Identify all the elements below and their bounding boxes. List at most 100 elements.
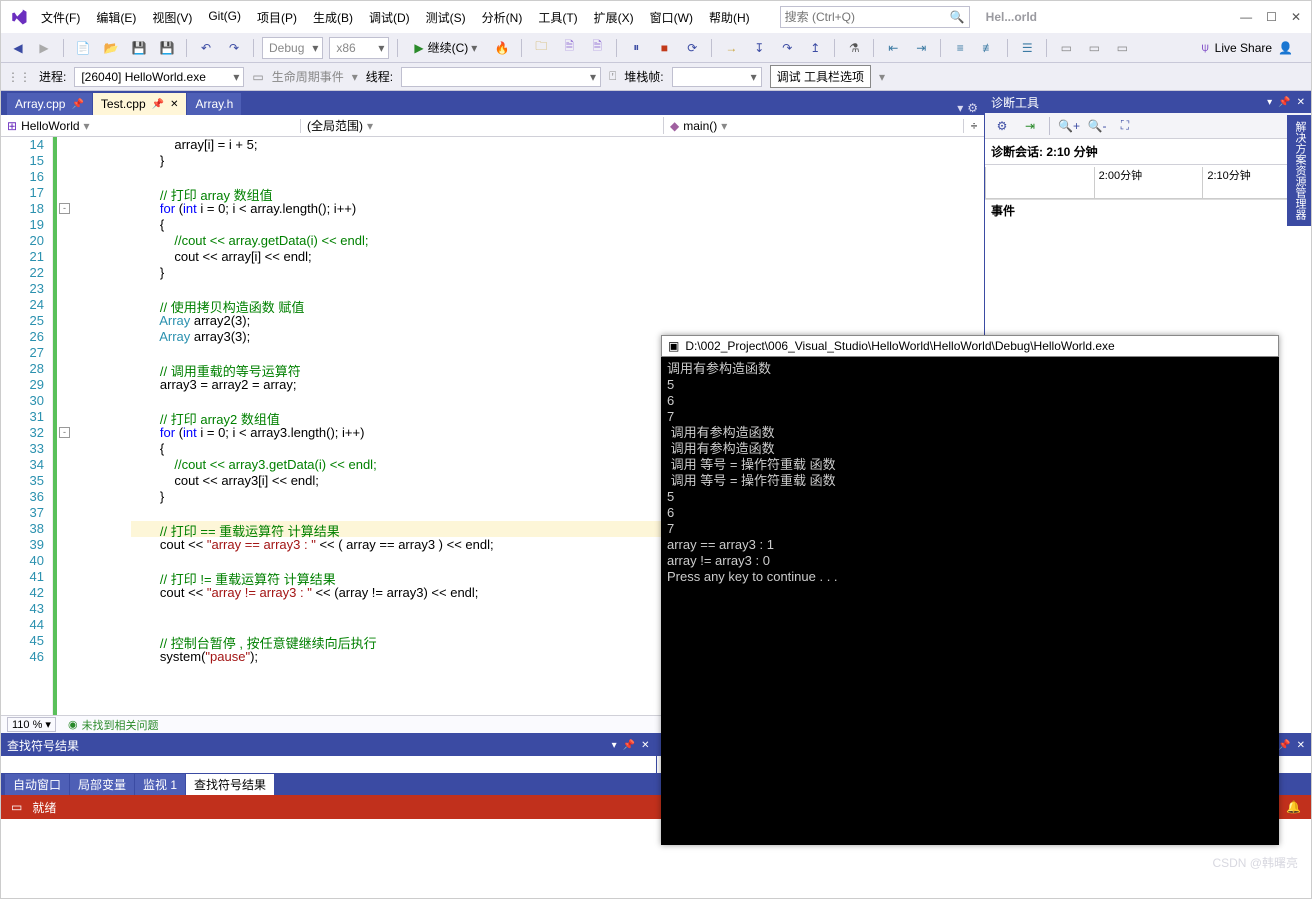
tab-settings-icon[interactable]: ⚙: [967, 101, 978, 115]
misc1-icon[interactable]: ▭: [1055, 37, 1077, 59]
panel-tab[interactable]: 局部变量: [70, 774, 134, 795]
doc2-icon[interactable]: 🗎: [586, 37, 608, 59]
misc2-icon[interactable]: ▭: [1083, 37, 1105, 59]
dbg-overflow-icon[interactable]: ▾: [879, 70, 885, 84]
platform-combo[interactable]: x86: [329, 37, 389, 59]
menu-item[interactable]: 工具(T): [530, 5, 585, 30]
menu-item[interactable]: 生成(B): [305, 5, 361, 30]
tab-dropdown-icon[interactable]: ▾: [957, 101, 963, 115]
thread-filter-icon[interactable]: ⍞: [609, 69, 616, 84]
console-titlebar[interactable]: ▣ D:\002_Project\006_Visual_Studio\Hello…: [661, 335, 1279, 357]
console-icon: ▣: [668, 339, 679, 353]
hot-reload-icon[interactable]: 🔥: [491, 37, 513, 59]
folder-icon[interactable]: 🗀: [530, 37, 552, 59]
notifications-icon[interactable]: 🔔: [1286, 800, 1301, 814]
panel-pin-icon[interactable]: 📌: [1278, 97, 1290, 108]
main-area: Array.cpp📌Test.cpp📌✕Array.h ▾ ⚙ ⊞HelloWo…: [1, 91, 1311, 733]
save-icon[interactable]: 💾: [128, 37, 150, 59]
debug-bar: ⋮⋮ 进程: [26040] HelloWorld.exe ▭ 生命周期事件▾ …: [1, 63, 1311, 91]
panel-tab[interactable]: 监视 1: [135, 774, 185, 795]
indent-right-icon[interactable]: ⇥: [910, 37, 932, 59]
menu-item[interactable]: 帮助(H): [701, 5, 758, 30]
diag-zoomin-icon[interactable]: 🔍+: [1058, 115, 1080, 137]
project-icon: ⊞: [7, 119, 17, 133]
search-box[interactable]: 🔍: [780, 6, 970, 28]
panel-pin-icon[interactable]: 📌: [623, 740, 635, 751]
continue-button[interactable]: ▶ 继续(C) ▾: [406, 37, 485, 59]
menu-item[interactable]: 文件(F): [33, 5, 88, 30]
panel-close-icon[interactable]: ✕: [1297, 97, 1305, 108]
panel-close-icon[interactable]: ✕: [1297, 740, 1305, 751]
step-into-icon[interactable]: ↧: [748, 37, 770, 59]
close-icon[interactable]: ✕: [1291, 10, 1301, 24]
config-combo[interactable]: Debug: [262, 37, 323, 59]
lifecycle-icon[interactable]: ▭: [252, 70, 263, 84]
drag-handle-icon[interactable]: ⋮⋮: [7, 70, 31, 84]
save-all-icon[interactable]: 💾: [156, 37, 178, 59]
panel-close-icon[interactable]: ✕: [641, 740, 649, 751]
menu-item[interactable]: Git(G): [200, 5, 249, 30]
solution-explorer-tab[interactable]: 解决方案资源管理器: [1287, 115, 1311, 226]
restart-icon[interactable]: ⟳: [681, 37, 703, 59]
toggle1-icon[interactable]: ⚗: [843, 37, 865, 59]
split-icon[interactable]: ÷: [964, 119, 984, 133]
menu-item[interactable]: 视图(V): [144, 5, 200, 30]
editor-tab[interactable]: Test.cpp📌✕: [93, 93, 187, 115]
step-over-icon[interactable]: ↷: [776, 37, 798, 59]
bookmark-icon[interactable]: ☰: [1016, 37, 1038, 59]
panel-tab[interactable]: 自动窗口: [5, 774, 69, 795]
fold-icon[interactable]: -: [59, 427, 70, 438]
pause-icon[interactable]: ⏸: [625, 37, 647, 59]
stop-icon[interactable]: ■: [653, 37, 675, 59]
misc3-icon[interactable]: ▭: [1111, 37, 1133, 59]
scope-global[interactable]: (全局范围): [301, 117, 664, 134]
diag-reset-icon[interactable]: ⛶: [1114, 115, 1136, 137]
editor-tab[interactable]: Array.h: [187, 93, 241, 115]
minimize-icon[interactable]: —: [1240, 10, 1252, 24]
panel-pin-icon[interactable]: 📌: [1278, 740, 1290, 751]
fold-icon[interactable]: -: [59, 203, 70, 214]
maximize-icon[interactable]: ☐: [1266, 10, 1277, 24]
menu-item[interactable]: 调试(D): [361, 5, 418, 30]
step-out-icon[interactable]: ↥: [804, 37, 826, 59]
liveshare-icon[interactable]: ⍦: [1201, 40, 1208, 55]
comment-icon[interactable]: ≡: [949, 37, 971, 59]
menu-item[interactable]: 分析(N): [474, 5, 531, 30]
menu-item[interactable]: 测试(S): [418, 5, 474, 30]
scope-func[interactable]: ◆main(): [664, 119, 964, 133]
panel-dropdown-icon[interactable]: ▾: [612, 740, 617, 751]
liveshare-label[interactable]: Live Share: [1215, 41, 1272, 55]
redo-icon[interactable]: ↷: [223, 37, 245, 59]
editor-tab[interactable]: Array.cpp📌: [7, 93, 92, 115]
diag-timeline[interactable]: 2:00分钟2:10分钟: [985, 165, 1311, 199]
process-combo[interactable]: [26040] HelloWorld.exe: [74, 67, 244, 87]
menu-item[interactable]: 扩展(X): [586, 5, 642, 30]
menu-item[interactable]: 窗口(W): [642, 5, 701, 30]
zoom-combo[interactable]: 110 % ▾: [7, 717, 56, 732]
menu-item[interactable]: 编辑(E): [88, 5, 144, 30]
nav-back-icon[interactable]: ◀: [7, 37, 29, 59]
show-next-icon[interactable]: →: [720, 37, 742, 59]
scope-project[interactable]: ⊞HelloWorld: [1, 119, 301, 133]
diag-zoomout-icon[interactable]: 🔍-: [1086, 115, 1108, 137]
menu-item[interactable]: 项目(P): [249, 5, 305, 30]
stackframe-combo[interactable]: [672, 67, 762, 87]
panel-dropdown-icon[interactable]: ▾: [1267, 97, 1272, 108]
new-file-icon[interactable]: 📄: [72, 37, 94, 59]
main-toolbar: ◀ ▶ 📄 📂 💾 💾 ↶ ↷ Debug x86 ▶ 继续(C) ▾ 🔥 🗀 …: [1, 33, 1311, 63]
uncomment-icon[interactable]: ≢: [977, 37, 999, 59]
diag-events-header: 事件: [985, 199, 1311, 221]
undo-icon[interactable]: ↶: [195, 37, 217, 59]
stackframe-label: 堆栈帧:: [624, 68, 663, 85]
search-input[interactable]: [785, 10, 950, 24]
nav-fwd-icon[interactable]: ▶: [33, 37, 55, 59]
console-window[interactable]: ▣ D:\002_Project\006_Visual_Studio\Hello…: [661, 335, 1279, 845]
open-file-icon[interactable]: 📂: [100, 37, 122, 59]
thread-combo[interactable]: [401, 67, 601, 87]
diag-record-icon[interactable]: ⇥: [1019, 115, 1041, 137]
diag-settings-icon[interactable]: ⚙: [991, 115, 1013, 137]
user-icon[interactable]: 👤: [1278, 41, 1293, 55]
indent-left-icon[interactable]: ⇤: [882, 37, 904, 59]
panel-tab[interactable]: 查找符号结果: [186, 774, 274, 795]
doc-icon[interactable]: 🗎: [558, 37, 580, 59]
